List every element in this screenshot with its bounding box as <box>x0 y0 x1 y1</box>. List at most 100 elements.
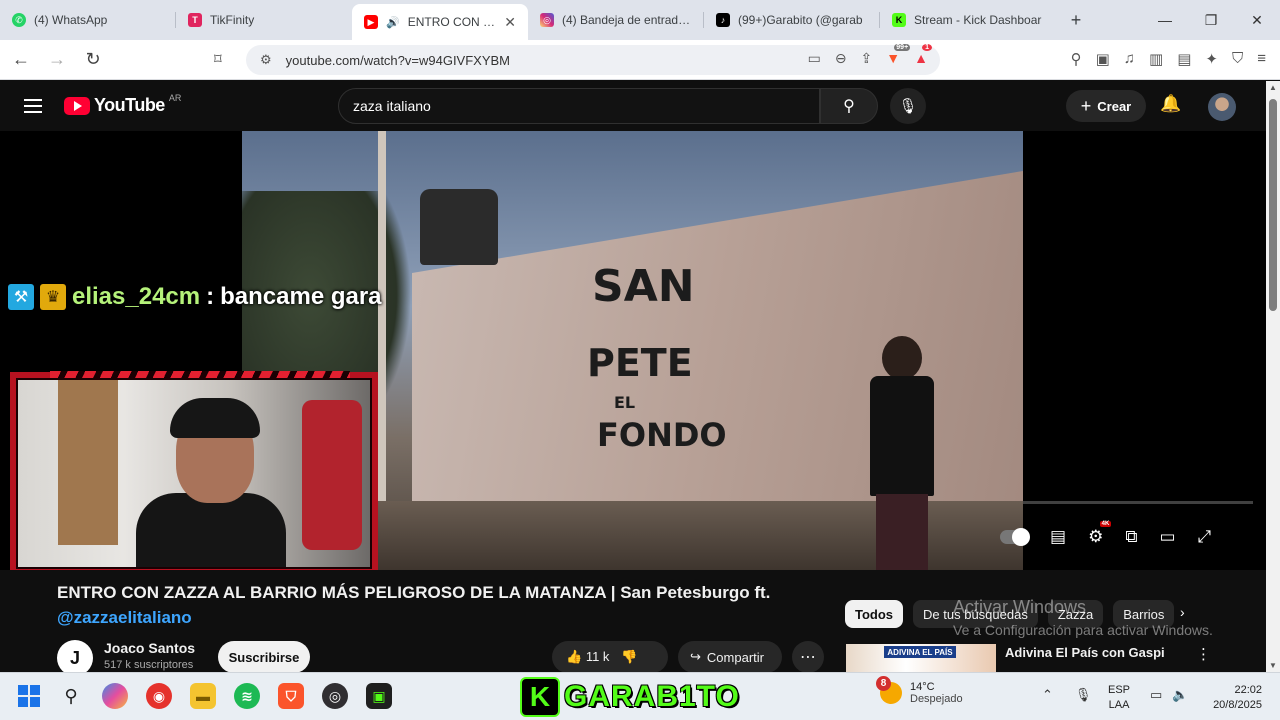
subtitles-icon[interactable]: ▤ <box>1050 527 1066 547</box>
system-clock[interactable]: 22:02 20/8/2025 <box>1204 683 1262 713</box>
chevron-right-icon[interactable]: › <box>1180 604 1185 620</box>
scroll-down-icon[interactable]: ▼ <box>1269 661 1277 670</box>
site-info-icon[interactable]: ⚙ <box>260 52 272 68</box>
stream-chat-overlay: ⚒ ♛ elias_24cm : bancame gara <box>8 283 382 311</box>
tab-youtube-active[interactable]: ▶ 🔊 ENTRO CON ZA ✕ <box>352 4 528 40</box>
address-bar[interactable]: ⚙ youtube.com/watch?v=w94GIVFXYBM ▭ ⊖ ⇪ … <box>246 44 940 75</box>
network-icon[interactable]: ▭ <box>1150 687 1162 703</box>
scrollbar-thumb[interactable] <box>1269 99 1277 311</box>
file-explorer-icon[interactable]: ▬ <box>190 683 216 709</box>
autoplay-toggle[interactable] <box>1000 528 1030 546</box>
video-progress-bar[interactable] <box>1023 501 1253 504</box>
webcam-overlay <box>10 371 378 575</box>
search-icon[interactable]: ⚲ <box>58 683 84 709</box>
share-button[interactable]: ↪ Compartir <box>678 641 782 673</box>
page-scrollbar[interactable]: ▲ ▼ <box>1266 81 1280 672</box>
tab-title: ENTRO CON ZA <box>407 15 497 29</box>
copilot-icon[interactable] <box>102 683 128 709</box>
more-horizontal-icon: ⋯ <box>800 649 816 666</box>
graffiti-text: FONDO <box>597 416 727 454</box>
leo-ai-icon[interactable]: ✦ <box>1205 50 1218 68</box>
video-mention-link[interactable]: @zazzaelitaliano <box>57 608 192 628</box>
chip-all[interactable]: Todos <box>845 600 904 628</box>
create-label: Crear <box>1097 98 1132 114</box>
hamburger-menu-icon[interactable] <box>24 95 42 115</box>
channel-name[interactable]: Joaco Santos <box>104 640 195 656</box>
share-page-icon[interactable]: ⇪ <box>861 50 873 67</box>
bookmark-icon[interactable]: ⌑ <box>214 50 222 68</box>
youtube-header: YouTube AR zaza italiano ⚲ 🎙 + Crear 🔔 <box>0 81 1266 131</box>
tab-whatsapp[interactable]: ✆ (4) WhatsApp <box>0 0 176 40</box>
subscribe-button[interactable]: Suscribirse <box>218 641 310 673</box>
browser-toolbar: ← → ↻ ⌑ ⚙ youtube.com/watch?v=w94GIVFXYB… <box>0 40 1280 80</box>
more-vertical-icon[interactable]: ⋮ <box>1196 645 1211 663</box>
plus-icon: + <box>1080 95 1092 116</box>
game-app-icon[interactable]: ▣ <box>366 683 392 709</box>
minimize-icon[interactable]: — <box>1142 0 1188 40</box>
like-button[interactable]: 👍 11 k <box>566 649 609 665</box>
dislike-button[interactable]: 👎 <box>621 649 637 665</box>
youtube-logo[interactable]: YouTube AR <box>64 92 182 116</box>
media-icon[interactable]: ♫ <box>1124 50 1135 68</box>
new-tab-button[interactable]: + <box>1056 0 1096 40</box>
moderator-badge-icon: ⚒ <box>8 284 34 310</box>
reading-list-icon[interactable]: ▣ <box>1096 50 1110 68</box>
youtube-icon: ▶ <box>364 15 378 29</box>
extension-icons: ⚲ ▣ ♫ ▥ ▤ ✦ ⛉ ≡ <box>1071 50 1266 68</box>
extensions-icon[interactable]: ⚲ <box>1071 50 1082 68</box>
clock-date: 20/8/2025 <box>1213 699 1262 711</box>
notifications-bell-icon[interactable]: 🔔 <box>1160 94 1181 114</box>
player-controls: ▤ ⚙ 4K ⧉ ▭ ⤢ <box>1000 521 1212 547</box>
temperature: 14°C <box>910 681 935 693</box>
forward-icon[interactable]: → <box>42 45 72 75</box>
whatsapp-icon: ✆ <box>12 13 26 27</box>
more-actions-button[interactable]: ⋯ <box>792 641 824 673</box>
tab-kick[interactable]: K Stream - Kick Dashboar <box>880 0 1056 40</box>
cast-icon[interactable]: ▭ <box>808 50 821 67</box>
instagram-icon: ◎ <box>540 13 554 27</box>
close-tab-icon[interactable]: ✕ <box>504 14 516 31</box>
miniplayer-icon[interactable]: ⧉ <box>1125 527 1137 547</box>
brave-shield-icon[interactable]: ▼ 99+ <box>886 44 911 67</box>
video-child <box>862 336 942 570</box>
wallet-icon[interactable]: ▤ <box>1177 50 1191 68</box>
windows-start-icon[interactable] <box>18 685 40 707</box>
voice-search-button[interactable]: 🎙 <box>890 88 926 124</box>
obs-icon[interactable]: ◎ <box>322 683 348 709</box>
country-code: AR <box>168 92 182 103</box>
close-window-icon[interactable]: ✕ <box>1234 0 1280 40</box>
volume-icon[interactable]: 🔈 <box>1172 687 1188 703</box>
theater-mode-icon[interactable]: ▭ <box>1159 527 1175 547</box>
share-arrow-icon: ↪ <box>690 649 701 664</box>
search-button[interactable]: ⚲ <box>820 88 878 124</box>
back-icon[interactable]: ← <box>6 45 36 75</box>
vpn-icon[interactable]: ⛉ <box>1232 50 1243 68</box>
weather-widget[interactable]: 8 14°C Despejado <box>876 676 963 705</box>
reload-icon[interactable]: ↻ <box>78 45 108 75</box>
recommended-video-thumbnail[interactable]: ADIVINA EL PAÍS <box>846 644 996 672</box>
tab-instagram[interactable]: ◎ (4) Bandeja de entrada · <box>528 0 704 40</box>
brave-rewards-icon[interactable]: ▲ 1 <box>914 44 933 67</box>
sidebar-icon[interactable]: ▥ <box>1149 50 1163 68</box>
weather-sun-icon: 8 <box>876 676 902 704</box>
create-button[interactable]: + Crear <box>1066 90 1146 122</box>
search-input[interactable]: zaza italiano <box>338 88 820 124</box>
input-language[interactable]: ESP LAA <box>1108 683 1130 713</box>
account-avatar[interactable] <box>1208 93 1236 121</box>
fullscreen-icon[interactable]: ⤢ <box>1198 527 1212 547</box>
settings-gear-icon[interactable]: ⚙ 4K <box>1088 521 1112 547</box>
tab-tiktok[interactable]: ♪ (99+)Garabito (@garab <box>704 0 880 40</box>
brave-browser-icon[interactable]: ⛉ <box>278 683 304 709</box>
tray-chevron-up-icon[interactable]: ⌃ <box>1042 687 1053 703</box>
restore-icon[interactable]: ❐ <box>1188 0 1234 40</box>
recommended-video-title[interactable]: Adivina El País con Gaspi <box>1005 645 1165 660</box>
tab-title: TikFinity <box>210 13 255 27</box>
menu-icon[interactable]: ≡ <box>1257 50 1266 68</box>
spotify-icon[interactable]: ≋ <box>234 683 260 709</box>
tray-microphone-icon[interactable]: 🎙 <box>1075 687 1092 703</box>
scroll-up-icon[interactable]: ▲ <box>1269 83 1277 92</box>
tab-tikfinity[interactable]: T TikFinity <box>176 0 352 40</box>
zoom-icon[interactable]: ⊖ <box>835 50 847 67</box>
channel-avatar[interactable]: J <box>57 640 93 676</box>
app-red-icon[interactable]: ◉ <box>146 683 172 709</box>
